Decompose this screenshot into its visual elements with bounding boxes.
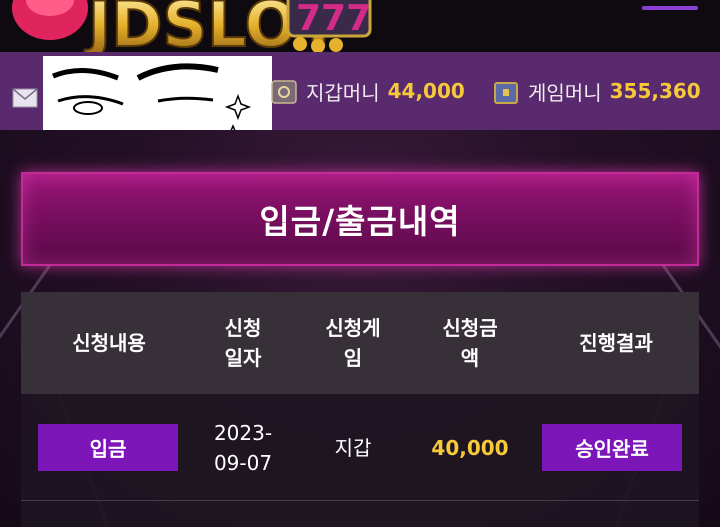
wallet-money-label: 지갑머니	[306, 80, 380, 105]
header-request-game: 신청게 임	[325, 316, 381, 370]
wallet-money: 지갑머니 44,000	[268, 75, 465, 107]
header-request-type: 신청내용	[72, 331, 146, 355]
row-date: 2023- 09-07	[213, 421, 273, 475]
mail-icon[interactable]	[12, 88, 38, 108]
game-money-label: 게임머니	[528, 80, 602, 105]
header-request-amount: 신청금 액	[442, 316, 498, 370]
top-header: JDSLOT 777	[0, 0, 720, 52]
row-status-badge[interactable]: 승인완료	[542, 424, 682, 471]
row-amount: 40,000	[431, 436, 509, 460]
wallet-money-value: 44,000	[387, 79, 465, 103]
history-table: 신청내용 신청 일자 신청게 임 신청금 액 진행결과 2023- 09-07 …	[21, 292, 699, 527]
game-money: 게임머니 355,360	[490, 75, 701, 107]
row-game: 지갑	[334, 436, 372, 460]
game-money-value: 355,360	[609, 79, 701, 103]
svg-text:777: 777	[296, 0, 371, 39]
hamburger-icon[interactable]	[642, 6, 698, 10]
safe-icon	[271, 80, 297, 104]
table-header: 신청내용 신청 일자 신청게 임 신청금 액 진행결과	[21, 292, 699, 394]
page-title-box: 입금/출금내역	[21, 172, 699, 266]
treasure-box-icon	[494, 82, 518, 104]
site-logo[interactable]: JDSLOT 777	[0, 0, 390, 52]
row-divider	[21, 500, 699, 501]
page-title: 입금/출금내역	[259, 202, 461, 241]
header-request-date: 신청 일자	[224, 316, 262, 370]
row-type-badge[interactable]: 입금	[38, 424, 178, 471]
header-progress-result: 진행결과	[579, 331, 653, 355]
